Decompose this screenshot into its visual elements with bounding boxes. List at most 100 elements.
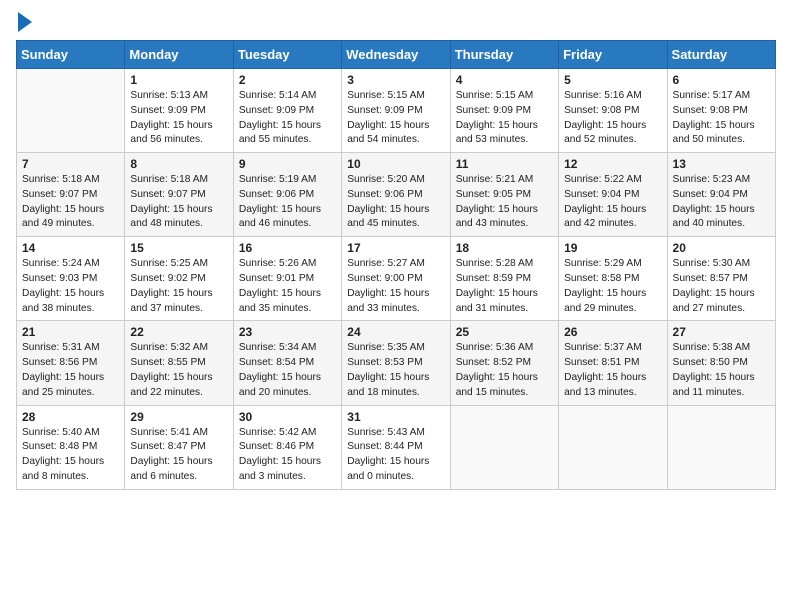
calendar-cell: 6 Sunrise: 5:17 AM Sunset: 9:08 PM Daylig…	[667, 69, 775, 153]
day-number: 26	[564, 325, 661, 339]
calendar-cell: 25 Sunrise: 5:36 AM Sunset: 8:52 PM Dayli…	[450, 321, 558, 405]
calendar-table: SundayMondayTuesdayWednesdayThursdayFrid…	[16, 40, 776, 490]
calendar-week-row: 28 Sunrise: 5:40 AM Sunset: 8:48 PM Dayli…	[17, 405, 776, 489]
calendar-cell: 19 Sunrise: 5:29 AM Sunset: 8:58 PM Dayli…	[559, 237, 667, 321]
day-number: 30	[239, 410, 336, 424]
day-number: 13	[673, 157, 770, 171]
calendar-cell: 3 Sunrise: 5:15 AM Sunset: 9:09 PM Daylig…	[342, 69, 450, 153]
calendar-cell: 22 Sunrise: 5:32 AM Sunset: 8:55 PM Dayli…	[125, 321, 233, 405]
day-info: Sunrise: 5:19 AM Sunset: 9:06 PM Dayligh…	[239, 173, 336, 232]
day-info: Sunrise: 5:36 AM Sunset: 8:52 PM Dayligh…	[456, 341, 553, 400]
day-number: 14	[22, 241, 119, 255]
calendar-week-row: 7 Sunrise: 5:18 AM Sunset: 9:07 PM Daylig…	[17, 153, 776, 237]
day-number: 28	[22, 410, 119, 424]
calendar-cell: 15 Sunrise: 5:25 AM Sunset: 9:02 PM Dayli…	[125, 237, 233, 321]
day-number: 6	[673, 73, 770, 87]
calendar-cell: 12 Sunrise: 5:22 AM Sunset: 9:04 PM Dayli…	[559, 153, 667, 237]
calendar-cell: 9 Sunrise: 5:19 AM Sunset: 9:06 PM Daylig…	[233, 153, 341, 237]
calendar-cell: 11Sunrise: 5:21 AM Sunset: 9:05 PM Dayli…	[450, 153, 558, 237]
calendar-cell: 7 Sunrise: 5:18 AM Sunset: 9:07 PM Daylig…	[17, 153, 125, 237]
day-number: 7	[22, 157, 119, 171]
weekday-header-wednesday: Wednesday	[342, 41, 450, 69]
calendar-cell: 28 Sunrise: 5:40 AM Sunset: 8:48 PM Dayli…	[17, 405, 125, 489]
day-info: Sunrise: 5:15 AM Sunset: 9:09 PM Dayligh…	[456, 89, 553, 148]
day-number: 9	[239, 157, 336, 171]
day-info: Sunrise: 5:29 AM Sunset: 8:58 PM Dayligh…	[564, 257, 661, 316]
day-number: 23	[239, 325, 336, 339]
day-number: 29	[130, 410, 227, 424]
day-info: Sunrise: 5:13 AM Sunset: 9:09 PM Dayligh…	[130, 89, 227, 148]
calendar-week-row: 14 Sunrise: 5:24 AM Sunset: 9:03 PM Dayli…	[17, 237, 776, 321]
day-info: Sunrise: 5:21 AM Sunset: 9:05 PM Dayligh…	[456, 173, 553, 232]
day-info: Sunrise: 5:16 AM Sunset: 9:08 PM Dayligh…	[564, 89, 661, 148]
calendar-cell	[450, 405, 558, 489]
day-number: 25	[456, 325, 553, 339]
day-info: Sunrise: 5:24 AM Sunset: 9:03 PM Dayligh…	[22, 257, 119, 316]
weekday-header-sunday: Sunday	[17, 41, 125, 69]
day-info: Sunrise: 5:25 AM Sunset: 9:02 PM Dayligh…	[130, 257, 227, 316]
day-info: Sunrise: 5:14 AM Sunset: 9:09 PM Dayligh…	[239, 89, 336, 148]
day-info: Sunrise: 5:42 AM Sunset: 8:46 PM Dayligh…	[239, 426, 336, 485]
day-info: Sunrise: 5:18 AM Sunset: 9:07 PM Dayligh…	[130, 173, 227, 232]
calendar-cell: 2 Sunrise: 5:14 AM Sunset: 9:09 PM Daylig…	[233, 69, 341, 153]
weekday-header-tuesday: Tuesday	[233, 41, 341, 69]
day-number: 2	[239, 73, 336, 87]
day-info: Sunrise: 5:22 AM Sunset: 9:04 PM Dayligh…	[564, 173, 661, 232]
day-number: 12	[564, 157, 661, 171]
day-info: Sunrise: 5:28 AM Sunset: 8:59 PM Dayligh…	[456, 257, 553, 316]
day-number: 4	[456, 73, 553, 87]
calendar-cell: 23 Sunrise: 5:34 AM Sunset: 8:54 PM Dayli…	[233, 321, 341, 405]
day-info: Sunrise: 5:18 AM Sunset: 9:07 PM Dayligh…	[22, 173, 119, 232]
page-header	[16, 16, 776, 32]
calendar-cell: 4 Sunrise: 5:15 AM Sunset: 9:09 PM Daylig…	[450, 69, 558, 153]
day-info: Sunrise: 5:27 AM Sunset: 9:00 PM Dayligh…	[347, 257, 444, 316]
calendar-cell: 30 Sunrise: 5:42 AM Sunset: 8:46 PM Dayli…	[233, 405, 341, 489]
day-number: 24	[347, 325, 444, 339]
day-number: 16	[239, 241, 336, 255]
day-info: Sunrise: 5:32 AM Sunset: 8:55 PM Dayligh…	[130, 341, 227, 400]
calendar-week-row: 21 Sunrise: 5:31 AM Sunset: 8:56 PM Dayli…	[17, 321, 776, 405]
day-info: Sunrise: 5:15 AM Sunset: 9:09 PM Dayligh…	[347, 89, 444, 148]
calendar-cell: 14 Sunrise: 5:24 AM Sunset: 9:03 PM Dayli…	[17, 237, 125, 321]
day-number: 18	[456, 241, 553, 255]
day-number: 20	[673, 241, 770, 255]
calendar-cell: 31Sunrise: 5:43 AM Sunset: 8:44 PM Dayli…	[342, 405, 450, 489]
day-number: 17	[347, 241, 444, 255]
calendar-cell: 1 Sunrise: 5:13 AM Sunset: 9:09 PM Daylig…	[125, 69, 233, 153]
day-number: 8	[130, 157, 227, 171]
logo	[16, 16, 32, 32]
day-number: 3	[347, 73, 444, 87]
day-number: 31	[347, 410, 444, 424]
day-number: 21	[22, 325, 119, 339]
calendar-header-row: SundayMondayTuesdayWednesdayThursdayFrid…	[17, 41, 776, 69]
day-info: Sunrise: 5:20 AM Sunset: 9:06 PM Dayligh…	[347, 173, 444, 232]
calendar-cell	[667, 405, 775, 489]
day-number: 1	[130, 73, 227, 87]
calendar-cell: 20 Sunrise: 5:30 AM Sunset: 8:57 PM Dayli…	[667, 237, 775, 321]
calendar-cell: 21 Sunrise: 5:31 AM Sunset: 8:56 PM Dayli…	[17, 321, 125, 405]
day-info: Sunrise: 5:31 AM Sunset: 8:56 PM Dayligh…	[22, 341, 119, 400]
calendar-cell	[17, 69, 125, 153]
calendar-cell: 13Sunrise: 5:23 AM Sunset: 9:04 PM Dayli…	[667, 153, 775, 237]
calendar-cell: 10 Sunrise: 5:20 AM Sunset: 9:06 PM Dayli…	[342, 153, 450, 237]
day-info: Sunrise: 5:34 AM Sunset: 8:54 PM Dayligh…	[239, 341, 336, 400]
day-info: Sunrise: 5:40 AM Sunset: 8:48 PM Dayligh…	[22, 426, 119, 485]
day-number: 19	[564, 241, 661, 255]
day-info: Sunrise: 5:41 AM Sunset: 8:47 PM Dayligh…	[130, 426, 227, 485]
day-info: Sunrise: 5:35 AM Sunset: 8:53 PM Dayligh…	[347, 341, 444, 400]
day-number: 5	[564, 73, 661, 87]
day-info: Sunrise: 5:26 AM Sunset: 9:01 PM Dayligh…	[239, 257, 336, 316]
weekday-header-friday: Friday	[559, 41, 667, 69]
day-info: Sunrise: 5:30 AM Sunset: 8:57 PM Dayligh…	[673, 257, 770, 316]
calendar-cell: 5 Sunrise: 5:16 AM Sunset: 9:08 PM Daylig…	[559, 69, 667, 153]
day-number: 22	[130, 325, 227, 339]
weekday-header-saturday: Saturday	[667, 41, 775, 69]
calendar-cell: 26Sunrise: 5:37 AM Sunset: 8:51 PM Dayli…	[559, 321, 667, 405]
day-number: 15	[130, 241, 227, 255]
calendar-cell: 27Sunrise: 5:38 AM Sunset: 8:50 PM Dayli…	[667, 321, 775, 405]
calendar-cell: 8 Sunrise: 5:18 AM Sunset: 9:07 PM Daylig…	[125, 153, 233, 237]
day-number: 10	[347, 157, 444, 171]
calendar-cell	[559, 405, 667, 489]
calendar-cell: 18 Sunrise: 5:28 AM Sunset: 8:59 PM Dayli…	[450, 237, 558, 321]
day-info: Sunrise: 5:17 AM Sunset: 9:08 PM Dayligh…	[673, 89, 770, 148]
